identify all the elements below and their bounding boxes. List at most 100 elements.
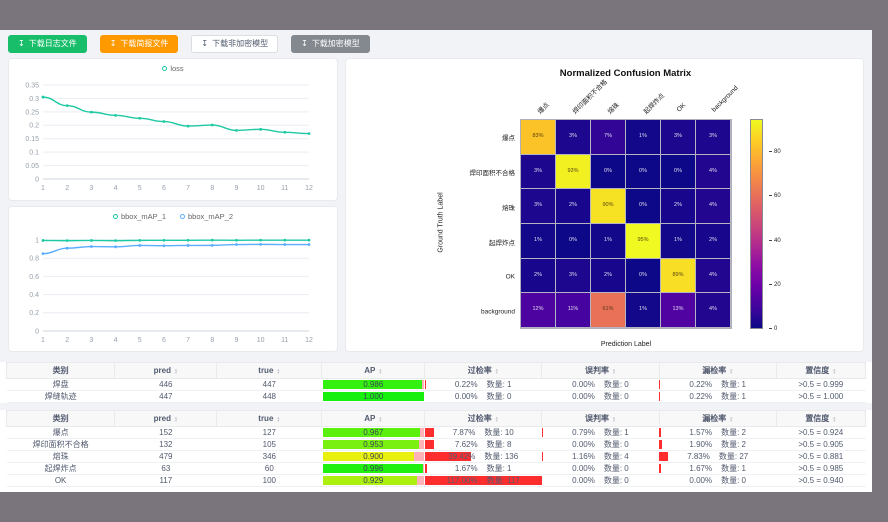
svg-text:4: 4 bbox=[114, 337, 118, 344]
column-header[interactable]: true▲▼ bbox=[217, 411, 322, 427]
svg-text:5: 5 bbox=[138, 185, 142, 192]
sort-caret-icon[interactable]: ▲▼ bbox=[276, 416, 280, 422]
sort-caret-icon[interactable]: ▲▼ bbox=[612, 416, 616, 422]
matrix-cell: 2% bbox=[521, 259, 556, 294]
column-header[interactable]: 过检率▲▼ bbox=[425, 363, 542, 379]
table-row: 起焊炸点63600.9961.67%数量: 10.00%数量: 01.67%数量… bbox=[7, 463, 866, 475]
cell-over-detection-rate: 7.62%数量: 8 bbox=[425, 439, 542, 451]
sort-caret-icon[interactable]: ▲▼ bbox=[276, 368, 280, 374]
sort-caret-icon[interactable]: ▲▼ bbox=[495, 416, 499, 422]
cell-miss-rate: 1.67%数量: 1 bbox=[659, 463, 776, 475]
sort-caret-icon[interactable]: ▲▼ bbox=[729, 368, 733, 374]
cell-over-detection-rate: 0.22%数量: 1 bbox=[425, 379, 542, 391]
sort-caret-icon[interactable]: ▲▼ bbox=[378, 368, 382, 374]
column-header[interactable]: AP▲▼ bbox=[322, 411, 425, 427]
svg-text:0.05: 0.05 bbox=[25, 163, 39, 170]
table-row: 焊盘4464470.9860.22%数量: 10.00%数量: 00.22%数量… bbox=[7, 379, 866, 391]
colorbar-tick: 80 bbox=[769, 149, 781, 155]
cell-true: 127 bbox=[217, 427, 322, 439]
column-header[interactable]: AP▲▼ bbox=[322, 363, 425, 379]
legend-item-bbox-map-1[interactable]: bbox_mAP_1 bbox=[113, 212, 166, 221]
column-header[interactable]: 漏检率▲▼ bbox=[659, 363, 776, 379]
sort-caret-icon[interactable]: ▲▼ bbox=[729, 416, 733, 422]
matrix-cell: 4% bbox=[696, 293, 731, 328]
sort-caret-icon[interactable]: ▲▼ bbox=[495, 368, 499, 374]
column-header[interactable]: 漏检率▲▼ bbox=[659, 411, 776, 427]
svg-text:0.2: 0.2 bbox=[29, 123, 39, 130]
column-header-label: true bbox=[258, 414, 273, 423]
column-header: 类别 bbox=[7, 363, 115, 379]
cell-ap-bar: 0.986 bbox=[322, 379, 425, 391]
column-header-label: true bbox=[258, 366, 273, 375]
legend-ring-icon bbox=[180, 214, 185, 219]
matrix-cell: 83% bbox=[521, 120, 556, 155]
download-log-button[interactable]: ↧ 下载日志文件 bbox=[8, 35, 87, 53]
svg-text:3: 3 bbox=[89, 337, 93, 344]
metrics-table-2: 类别pred▲▼true▲▼AP▲▼过检率▲▼误判率▲▼漏检率▲▼置信度▲▼爆点… bbox=[6, 410, 866, 487]
cell-miss-rate: 1.90%数量: 2 bbox=[659, 439, 776, 451]
cell-true: 448 bbox=[217, 391, 322, 403]
button-label: 下载加密模型 bbox=[312, 40, 360, 48]
table-block-1: 类别pred▲▼true▲▼AP▲▼过检率▲▼误判率▲▼漏检率▲▼置信度▲▼焊盘… bbox=[0, 362, 872, 403]
cell-misjudge-rate: 1.16%数量: 4 bbox=[542, 451, 660, 463]
matrix-cell: 7% bbox=[591, 120, 626, 155]
column-header[interactable]: 误判率▲▼ bbox=[542, 411, 660, 427]
table-row: OK1171000.929117.00%数量: 1170.00%数量: 00.0… bbox=[7, 475, 866, 487]
sort-caret-icon[interactable]: ▲▼ bbox=[174, 416, 178, 422]
matrix-title: Normalized Confusion Matrix bbox=[366, 68, 885, 79]
cell-pred: 479 bbox=[115, 451, 217, 463]
sort-caret-icon[interactable]: ▲▼ bbox=[174, 368, 178, 374]
matrix-cell: 2% bbox=[591, 259, 626, 294]
legend-item-bbox-map-2[interactable]: bbox_mAP_2 bbox=[180, 212, 233, 221]
svg-text:5: 5 bbox=[138, 337, 142, 344]
column-header[interactable]: 误判率▲▼ bbox=[542, 363, 660, 379]
legend-item-loss[interactable]: loss bbox=[162, 64, 183, 73]
button-label: 下载简报文件 bbox=[120, 40, 168, 48]
table-block-2: 类别pred▲▼true▲▼AP▲▼过检率▲▼误判率▲▼漏检率▲▼置信度▲▼爆点… bbox=[0, 410, 872, 492]
sort-caret-icon[interactable]: ▲▼ bbox=[832, 368, 836, 374]
cell-pred: 117 bbox=[115, 475, 217, 487]
column-header-label: 置信度 bbox=[805, 365, 829, 376]
matrix-cell: 3% bbox=[521, 189, 556, 224]
metrics-tables: 类别pred▲▼true▲▼AP▲▼过检率▲▼误判率▲▼漏检率▲▼置信度▲▼焊盘… bbox=[0, 362, 872, 499]
matrix-cell: 3% bbox=[696, 120, 731, 155]
sort-caret-icon[interactable]: ▲▼ bbox=[612, 368, 616, 374]
column-header[interactable]: true▲▼ bbox=[217, 363, 322, 379]
column-header-label: pred bbox=[154, 414, 171, 423]
matrix-row-label: 爆点 bbox=[502, 132, 515, 142]
column-header[interactable]: 置信度▲▼ bbox=[776, 411, 865, 427]
sort-caret-icon[interactable]: ▲▼ bbox=[832, 416, 836, 422]
sort-caret-icon[interactable]: ▲▼ bbox=[378, 416, 382, 422]
cell-pred: 152 bbox=[115, 427, 217, 439]
cell-misjudge-rate: 0.00%数量: 0 bbox=[542, 475, 660, 487]
matrix-column-label: OK bbox=[676, 102, 689, 115]
matrix-cell: 61% bbox=[591, 293, 626, 328]
matrix-cell: 13% bbox=[661, 293, 696, 328]
column-header[interactable]: pred▲▼ bbox=[115, 363, 217, 379]
matrix-cell: 1% bbox=[661, 224, 696, 259]
column-header[interactable]: 置信度▲▼ bbox=[776, 363, 865, 379]
matrix-x-axis-label: Prediction Label bbox=[520, 341, 732, 348]
svg-text:0.8: 0.8 bbox=[29, 256, 39, 263]
cell-category: OK bbox=[7, 475, 115, 487]
download-report-button[interactable]: ↧ 下载简报文件 bbox=[100, 35, 179, 53]
cell-category: 焊缝轨迹 bbox=[7, 391, 115, 403]
download-encrypted-model-button[interactable]: ↧ 下载加密模型 bbox=[291, 35, 370, 53]
column-header-label: 类别 bbox=[53, 365, 69, 376]
matrix-column-label: 焊印面积不合格 bbox=[570, 76, 609, 115]
cell-true: 105 bbox=[217, 439, 322, 451]
matrix-cell: 0% bbox=[626, 155, 661, 190]
matrix-row-label: background bbox=[481, 308, 515, 315]
column-header[interactable]: pred▲▼ bbox=[115, 411, 217, 427]
download-unencrypted-model-button[interactable]: ↧ 下载非加密模型 bbox=[191, 35, 278, 53]
svg-text:11: 11 bbox=[281, 185, 288, 192]
column-header-label: AP bbox=[364, 366, 375, 375]
column-header[interactable]: 过检率▲▼ bbox=[425, 411, 542, 427]
column-header: 类别 bbox=[7, 411, 115, 427]
matrix-cell: 4% bbox=[696, 189, 731, 224]
legend-ring-icon bbox=[162, 66, 167, 71]
matrix-cell: 0% bbox=[626, 189, 661, 224]
cell-true: 346 bbox=[217, 451, 322, 463]
cell-over-detection-rate: 1.67%数量: 1 bbox=[425, 463, 542, 475]
matrix-column-label: 熔珠 bbox=[605, 99, 621, 115]
